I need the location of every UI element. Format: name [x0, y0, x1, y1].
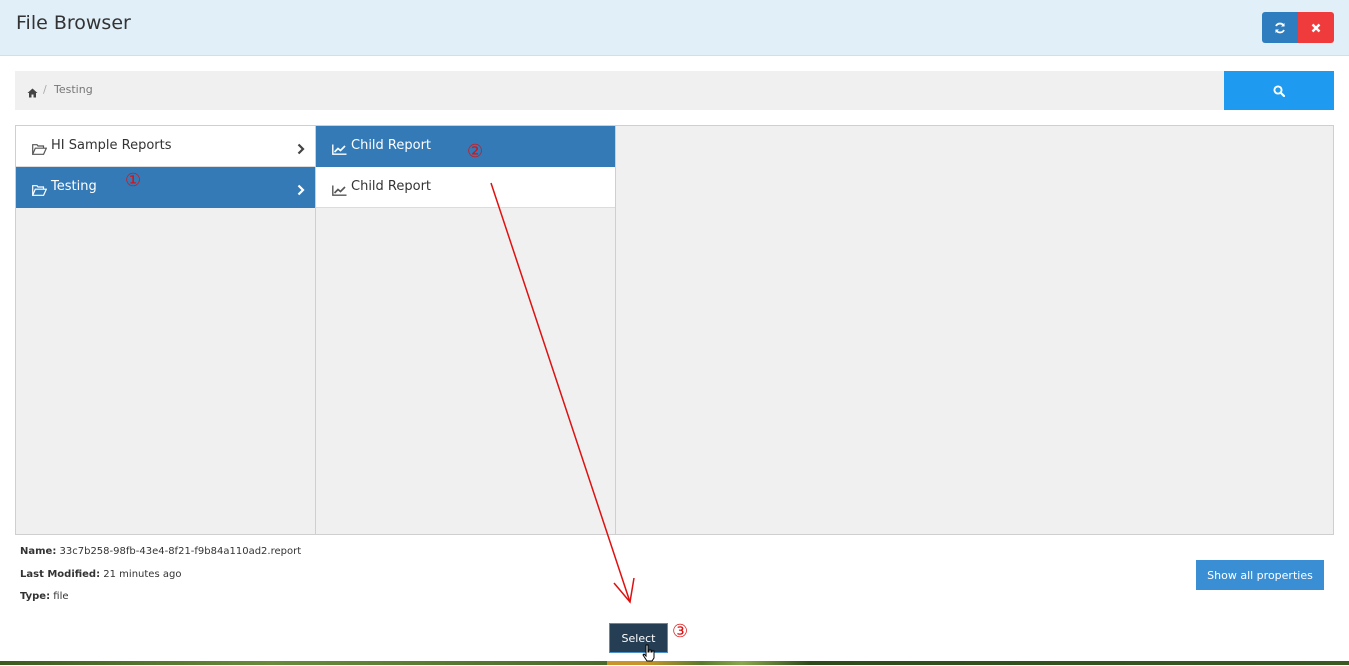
search-button[interactable] — [1224, 71, 1334, 110]
refresh-icon — [1275, 22, 1285, 33]
property-name: Name: 33c7b258-98fb-43e4-8f21-f9b84a110a… — [20, 541, 301, 564]
desktop-taskbar-strip — [0, 661, 1349, 665]
property-label: Type: — [20, 591, 51, 602]
property-last-modified: Last Modified: 21 minutes ago — [20, 564, 301, 587]
property-value: 21 minutes ago — [103, 568, 182, 580]
folder-open-icon — [31, 181, 48, 200]
chevron-right-icon — [297, 181, 305, 200]
close-button[interactable] — [1298, 12, 1334, 43]
folder-label: HI Sample Reports — [51, 138, 172, 153]
annotation-marker-1: ① — [125, 170, 142, 191]
property-label: Last Modified: — [20, 568, 101, 580]
refresh-button[interactable] — [1262, 12, 1298, 43]
show-all-properties-button[interactable]: Show all properties — [1196, 560, 1324, 590]
file-properties: Name: 33c7b258-98fb-43e4-8f21-f9b84a110a… — [20, 541, 301, 609]
folder-item-testing[interactable]: Testing — [16, 167, 315, 208]
report-item-child-report-1[interactable]: Child Report — [316, 126, 615, 167]
folder-label: Testing — [51, 179, 97, 194]
dialog-title: File Browser — [16, 12, 131, 34]
property-label: Name: — [20, 546, 57, 557]
property-value: file — [53, 591, 69, 602]
property-type: Type: file — [20, 586, 301, 609]
close-icon — [1311, 23, 1321, 32]
line-chart-icon — [332, 181, 347, 200]
report-label: Child Report — [351, 138, 432, 153]
folder-open-icon — [31, 140, 48, 159]
file-browser-panel: HI Sample Reports Testing Child Report C… — [15, 125, 1334, 535]
property-value: 33c7b258-98fb-43e4-8f21-f9b84a110ad2.rep… — [59, 546, 302, 557]
folder-column: HI Sample Reports Testing — [16, 126, 316, 534]
folder-item-hi-sample-reports[interactable]: HI Sample Reports — [16, 126, 315, 167]
report-column: Child Report Child Report — [316, 126, 616, 534]
breadcrumb-item-testing[interactable]: Testing — [54, 83, 93, 96]
annotation-marker-3: ③ — [672, 621, 689, 642]
report-label: Child Report — [351, 179, 432, 194]
chevron-right-icon — [297, 140, 305, 159]
annotation-marker-2: ② — [467, 141, 484, 162]
report-item-child-report-2[interactable]: Child Report — [316, 167, 615, 208]
breadcrumb: / Testing — [15, 71, 1224, 110]
breadcrumb-separator: / — [43, 83, 47, 96]
dialog-header: File Browser — [0, 0, 1349, 56]
home-icon[interactable] — [27, 83, 38, 102]
line-chart-icon — [332, 140, 347, 159]
select-button[interactable]: Select — [609, 623, 668, 653]
annotation-arrowhead — [613, 577, 635, 604]
hand-cursor-icon — [642, 644, 656, 666]
search-icon — [1273, 84, 1285, 97]
